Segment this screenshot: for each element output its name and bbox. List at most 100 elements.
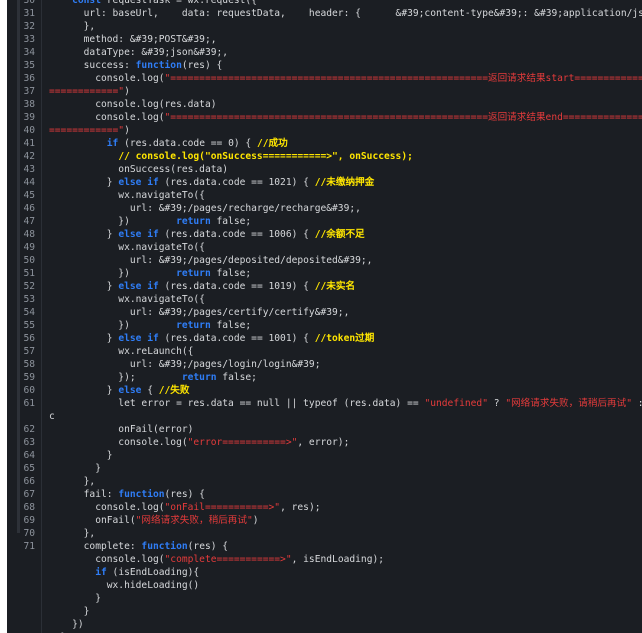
code-editor[interactable]: 30 const requestTask = wx.request({31 ur… <box>7 0 642 633</box>
code-line[interactable]: 49 wx.navigateTo({ <box>7 241 642 254</box>
code-line[interactable]: 46 url: &#39;/pages/recharge/recharge&#3… <box>7 202 642 215</box>
code-line[interactable]: 45 wx.navigateTo({ <box>7 189 642 202</box>
code-token: wx.reLaunch({ <box>49 346 194 357</box>
code-token: let error = res.data == null || typeof (… <box>49 398 425 409</box>
code-token: }) <box>49 216 177 227</box>
code-line[interactable]: 69 onFail("网络请求失败，稍后再试") <box>7 514 642 527</box>
code-line[interactable]: 50 url: &#39;/pages/deposited/deposited&… <box>7 254 642 267</box>
code-line[interactable]: 37 ============") <box>7 85 642 98</box>
code-line[interactable]: 67 fail: function(res) { <box>7 488 642 501</box>
line-number: 40 <box>23 125 35 136</box>
code-token: console.log( <box>49 437 188 448</box>
code-token: wx.navigateTo({ <box>49 294 205 305</box>
code-line[interactable]: 39 console.log("========================… <box>7 111 642 124</box>
code-line[interactable]: 61 let error = res.data == null || typeo… <box>7 397 642 410</box>
code-line[interactable]: 59 }); return false; <box>7 371 642 384</box>
code-token: url: baseUrl, data: requestData, header:… <box>49 8 642 19</box>
code-line[interactable]: 53 wx.navigateTo({ <box>7 293 642 306</box>
code-line[interactable]: 32 }, <box>7 20 642 33</box>
code-line[interactable]: 54 url: &#39;/pages/certify/certify&#39;… <box>7 306 642 319</box>
code-token: } <box>49 606 90 617</box>
code-line[interactable]: 58 url: &#39;/pages/login/login&#39; <box>7 358 642 371</box>
code-text: url: &#39;/pages/recharge/recharge&#39;, <box>49 202 642 215</box>
code-line[interactable]: 66 }, <box>7 475 642 488</box>
code-line[interactable]: console.log("complete===========>", isEn… <box>7 553 642 566</box>
code-token: ) <box>252 515 259 526</box>
code-line[interactable]: 57 wx.reLaunch({ <box>7 345 642 358</box>
code-token: console.log( <box>49 112 165 123</box>
code-line[interactable]: }) <box>7 618 642 631</box>
line-number: 68 <box>23 502 35 513</box>
code-line[interactable]: if (isEndLoading){ <box>7 566 642 579</box>
code-line[interactable]: 68 console.log("onFail===========>", res… <box>7 501 642 514</box>
line-number: 65 <box>23 463 35 474</box>
code-line[interactable]: 56 } else if (res.data.code == 1001) { /… <box>7 332 642 345</box>
code-text: console.log("===========================… <box>49 111 642 124</box>
line-number: 49 <box>23 242 35 253</box>
code-text: console.log("complete===========>", isEn… <box>49 553 642 566</box>
code-line[interactable]: 42 // console.log("onSuccess===========>… <box>7 150 642 163</box>
code-line[interactable]: 38 console.log(res.data) <box>7 98 642 111</box>
code-line[interactable]: 47 }) return false; <box>7 215 642 228</box>
code-line[interactable]: 36 console.log("========================… <box>7 72 642 85</box>
code-line[interactable]: 62 onFail(error) <box>7 423 642 436</box>
code-token: return <box>176 320 211 331</box>
line-number: 31 <box>23 8 35 19</box>
code-text: } <box>49 462 642 475</box>
line-number: 70 <box>23 528 35 539</box>
code-line[interactable]: 31 url: baseUrl, data: requestData, head… <box>7 7 642 20</box>
line-number: 38 <box>23 99 35 110</box>
code-line[interactable]: 55 }) return false; <box>7 319 642 332</box>
code-text: onFail("网络请求失败，稍后再试") <box>49 514 642 527</box>
code-line[interactable]: 34 dataType: &#39;json&#39;, <box>7 46 642 59</box>
code-text: fail: function(res) { <box>49 488 642 501</box>
code-text: }, <box>49 527 642 540</box>
code-token: } <box>49 333 119 344</box>
code-line[interactable]: 71 complete: function(res) { <box>7 540 642 553</box>
line-number: 32 <box>23 21 35 32</box>
code-line[interactable]: 63 console.log("error===========>", erro… <box>7 436 642 449</box>
code-line[interactable]: 35 success: function(res) { <box>7 59 642 72</box>
code-token: console.log(res.data) <box>49 99 217 110</box>
code-line[interactable]: 44 } else if (res.data.code == 1021) { /… <box>7 176 642 189</box>
code-token: ============" <box>49 86 125 97</box>
code-token: "complete===========>" <box>164 554 292 565</box>
line-number: 47 <box>23 216 35 227</box>
code-line[interactable]: } <box>7 592 642 605</box>
code-token: "onFail===========>" <box>164 502 281 513</box>
code-token: (isEndLoading){ <box>106 567 200 578</box>
code-token: else if <box>118 281 159 292</box>
code-text: console.log("error===========>", error); <box>49 436 642 449</box>
code-line[interactable]: 43 onSuccess(res.data) <box>7 163 642 176</box>
code-line[interactable]: wx.hideLoading() <box>7 579 642 592</box>
code-line[interactable]: 41 if (res.data.code == 0) { //成功 <box>7 137 642 150</box>
code-line[interactable]: 30 const requestTask = wx.request({ <box>7 0 642 7</box>
code-token: "=======================================… <box>164 112 642 123</box>
line-number: 41 <box>23 138 35 149</box>
code-line[interactable]: 40 ============") <box>7 124 642 137</box>
code-line[interactable]: 33 method: &#39;POST&#39;, <box>7 33 642 46</box>
code-text: method: &#39;POST&#39;, <box>49 33 642 46</box>
line-number: 71 <box>23 541 35 552</box>
code-text: if (res.data.code == 0) { //成功 <box>49 137 642 150</box>
code-token: (res.data.code == 1019) { <box>158 281 315 292</box>
code-token: success: <box>49 60 136 71</box>
code-line[interactable]: 51 }) return false; <box>7 267 642 280</box>
code-text: }) return false; <box>49 267 642 280</box>
code-line[interactable]: c <box>7 410 642 423</box>
code-token: else if <box>118 229 159 240</box>
code-line[interactable]: 64 } <box>7 449 642 462</box>
code-text: } else { //失败 <box>49 384 642 397</box>
code-line[interactable]: } <box>7 605 642 618</box>
code-token: ) <box>124 125 130 136</box>
code-line[interactable]: 52 } else if (res.data.code == 1019) { /… <box>7 280 642 293</box>
code-line[interactable]: 48 } else if (res.data.code == 1006) { /… <box>7 228 642 241</box>
code-line[interactable]: 70 }, <box>7 527 642 540</box>
code-token: } <box>49 593 101 604</box>
code-token: } <box>49 450 113 461</box>
code-line[interactable]: 60 } else { //失败 <box>7 384 642 397</box>
code-line[interactable]: 65 } <box>7 462 642 475</box>
code-text: ============") <box>49 124 642 137</box>
code-text: } else if (res.data.code == 1021) { //未缴… <box>49 176 642 189</box>
code-text: url: &#39;/pages/login/login&#39; <box>49 358 642 371</box>
